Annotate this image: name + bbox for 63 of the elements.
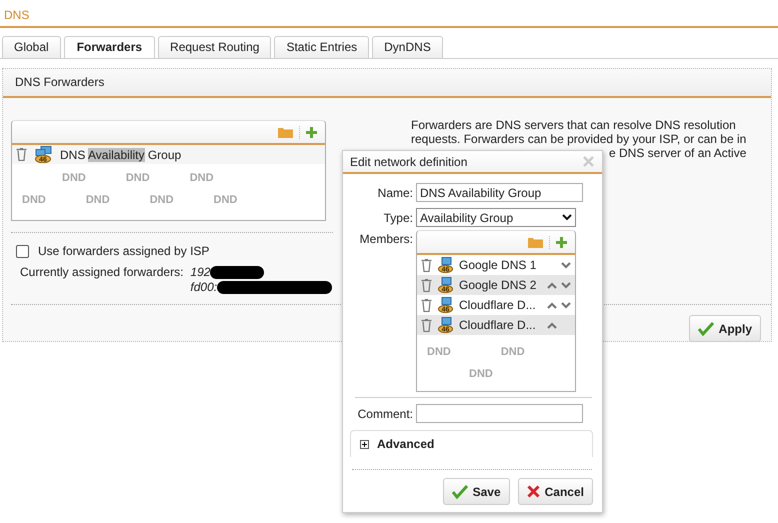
name-field[interactable]: DNS Availability Group [416, 183, 583, 202]
drop-hint: DND [214, 194, 238, 206]
checkbox-label: Use forwarders assigned by ISP [38, 244, 210, 258]
drop-hint: DND [62, 172, 86, 184]
advanced-section[interactable]: Advanced [350, 430, 593, 457]
drop-hint: DND [427, 346, 451, 358]
tab[interactable]: Global [2, 36, 61, 58]
member-item[interactable]: Cloudflare D... [459, 298, 541, 312]
trash-icon[interactable] [421, 258, 432, 272]
trash-icon[interactable] [421, 278, 432, 292]
member-item[interactable]: Cloudflare D... [459, 318, 541, 332]
drop-hint: DND [469, 368, 493, 380]
tab[interactable]: Static Entries [274, 36, 370, 58]
redaction [210, 266, 264, 278]
add-icon[interactable] [306, 126, 317, 138]
dialog-title: Edit network definition [350, 154, 468, 168]
folder-icon[interactable] [528, 236, 543, 248]
drop-hint: DND [500, 346, 525, 358]
chevron-down-icon [562, 214, 572, 221]
trash-icon[interactable] [421, 318, 432, 332]
apply-button[interactable]: Apply [688, 315, 761, 342]
tab[interactable]: DynDNS [372, 36, 443, 58]
list-item[interactable]: DNS Availability Group [60, 148, 182, 162]
trash-icon[interactable] [421, 298, 432, 312]
drop-hint: DND [150, 194, 174, 206]
expand-icon[interactable] [360, 440, 369, 448]
chevron-up-icon[interactable] [547, 302, 557, 308]
trash-icon[interactable] [16, 148, 27, 161]
page-title: DNS [0, 0, 778, 28]
assigned-label: Currently assigned forwarders: [20, 265, 184, 281]
comment-field[interactable] [416, 404, 583, 423]
chevron-up-icon[interactable] [547, 322, 557, 328]
chevron-down-icon[interactable] [561, 282, 571, 288]
member-item[interactable]: Google DNS 2 [459, 278, 541, 292]
help-text: Forwarders are DNS servers that can resolve DNS resolution [411, 118, 737, 132]
chevron-down-icon[interactable] [561, 262, 571, 268]
drop-hint: DND [22, 194, 46, 206]
save-button[interactable]: Save [442, 478, 510, 505]
drop-hint: DND [190, 172, 214, 184]
field-label: Members: [358, 231, 413, 246]
help-text: e DNS server of an Active [608, 146, 746, 160]
help-text: requests. Forwarders can be provided by your ISP, or can be in [411, 132, 746, 146]
member-item[interactable]: Google DNS 1 [459, 258, 541, 272]
tab[interactable]: Forwarders [64, 36, 156, 58]
address-text: fd00: [190, 280, 218, 294]
chevron-up-icon[interactable] [547, 282, 557, 288]
field-label: Comment: [356, 406, 413, 420]
tab[interactable]: Request Routing [158, 36, 272, 58]
drop-hint: DND [126, 172, 150, 184]
type-dropdown[interactable]: Availability Group [416, 208, 576, 227]
folder-icon[interactable] [278, 126, 293, 138]
field-label: Type: [382, 210, 413, 224]
check-icon [452, 484, 468, 498]
drop-hint: DND [86, 194, 110, 206]
close-icon [526, 485, 540, 498]
add-icon[interactable] [556, 236, 567, 248]
advanced-label: Advanced [377, 437, 434, 451]
chevron-down-icon[interactable] [561, 302, 571, 308]
checkbox[interactable] [16, 244, 29, 258]
address-text: 192 [190, 265, 210, 279]
cancel-button[interactable]: Cancel [518, 478, 593, 505]
check-icon [698, 322, 714, 336]
field-label: Name: [376, 186, 413, 200]
